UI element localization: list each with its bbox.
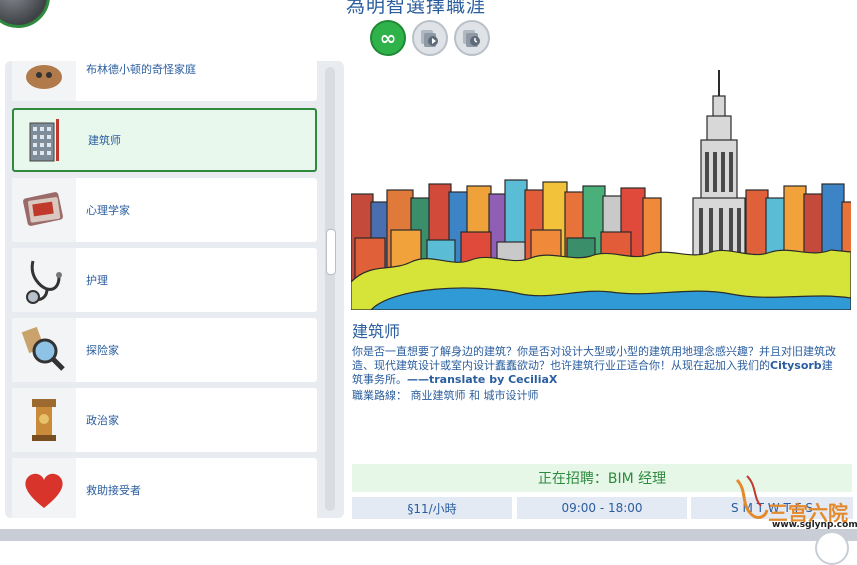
- career-item-architect[interactable]: 建筑师: [12, 108, 317, 172]
- career-item-explorer[interactable]: 探险家: [12, 318, 317, 382]
- pay-rate: §11/小時: [352, 497, 512, 519]
- career-list-panel: 布林德小顿的奇怪家庭 建筑师 心理学家 护理 探险家 政治家 救助接受者: [5, 61, 344, 518]
- watermark-url: www.sglynp.com: [772, 520, 857, 530]
- play-icon-svg: [421, 30, 438, 47]
- career-item-family[interactable]: 布林德小顿的奇怪家庭: [12, 61, 317, 101]
- heart-icon: [12, 458, 76, 518]
- confirm-button[interactable]: [815, 531, 849, 565]
- career-item-psychologist[interactable]: 心理学家: [12, 178, 317, 242]
- books-icon: [12, 178, 76, 242]
- career-label: 救助接受者: [86, 484, 141, 497]
- career-description: 你是否一直想要了解身边的建筑？你是否对设计大型或小型的建筑用地理念感兴趣？并且对…: [352, 345, 842, 387]
- page-title: 為明智選擇職涯: [346, 0, 487, 17]
- career-illustration: [351, 62, 851, 310]
- stethoscope-icon: [12, 248, 76, 312]
- clock-icon[interactable]: [454, 20, 490, 56]
- desc-bold: Citysorb: [770, 359, 822, 372]
- infinite-icon[interactable]: ∞: [370, 20, 406, 56]
- career-path: 職業路線： 商业建筑师 和 城市设计师: [352, 387, 539, 403]
- desc-bold: ——translate by CeciliaX: [407, 373, 558, 386]
- podium-icon: [12, 388, 76, 452]
- career-item-politician[interactable]: 政治家: [12, 388, 317, 452]
- career-label: 政治家: [86, 414, 119, 427]
- dog-icon: [12, 61, 76, 101]
- avatar[interactable]: [0, 0, 50, 28]
- career-item-nursing[interactable]: 护理: [12, 248, 317, 312]
- desc-text: 你是否一直想要了解身边的建筑？你是否对设计大型或小型的建筑用地理念感兴趣？并且对…: [352, 345, 836, 372]
- scrollbar-thumb[interactable]: [326, 229, 336, 275]
- path-value: 商业建筑师 和 城市设计师: [410, 389, 539, 402]
- path-label: 職業路線：: [352, 389, 407, 402]
- bottom-bar: [0, 529, 857, 541]
- career-item-welfare[interactable]: 救助接受者: [12, 458, 317, 518]
- career-label: 布林德小顿的奇怪家庭: [86, 63, 196, 76]
- magnifier-icon: [12, 318, 76, 382]
- play-icon[interactable]: [412, 20, 448, 56]
- career-label: 护理: [86, 274, 108, 287]
- building-icon: [14, 110, 78, 170]
- career-label: 心理学家: [86, 204, 130, 217]
- work-hours: 09:00 - 18:00: [517, 497, 687, 519]
- career-label: 探险家: [86, 344, 119, 357]
- career-label: 建筑师: [88, 134, 121, 147]
- scrollbar-track[interactable]: [325, 67, 335, 511]
- clock-icon-svg: [463, 30, 480, 47]
- career-title: 建筑师: [352, 322, 401, 341]
